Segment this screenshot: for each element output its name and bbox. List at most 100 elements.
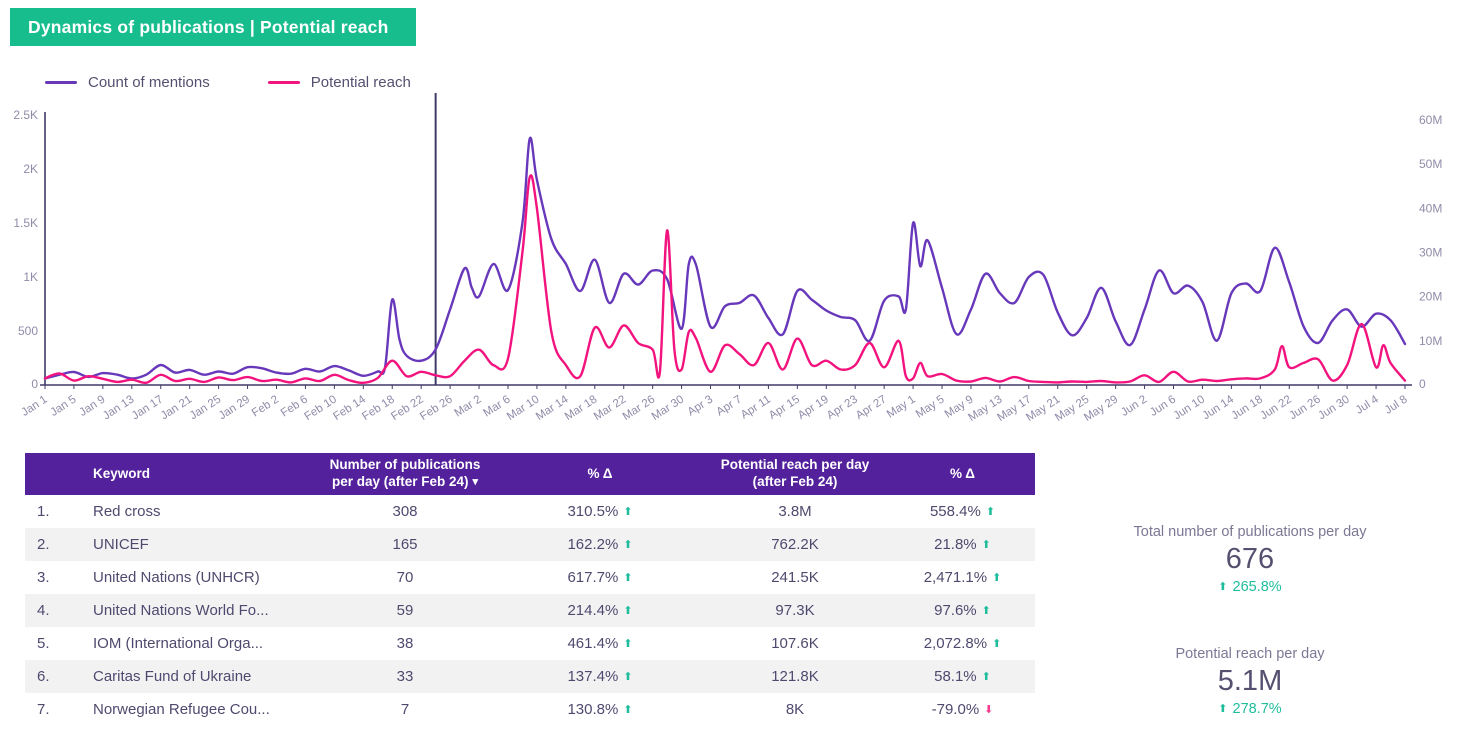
svg-text:May 1: May 1 [885, 393, 918, 420]
svg-text:Mar 22: Mar 22 [592, 393, 629, 423]
svg-text:60M: 60M [1419, 113, 1442, 127]
row-rank: 6. [37, 668, 50, 685]
row-delta2: 558.4% ⬆ [929, 503, 996, 520]
table-row[interactable]: 2. UNICEF 165 162.2% ⬆ 762.2K 21.8% ⬆ [25, 528, 1035, 561]
svg-text:Jan 13: Jan 13 [101, 393, 136, 422]
svg-text:Apr 15: Apr 15 [767, 393, 802, 422]
svg-text:Mar 30: Mar 30 [650, 393, 687, 423]
trend-arrow-icon: ⬆ [623, 638, 633, 650]
header-delta1[interactable]: % Δ [500, 453, 700, 495]
table-row[interactable]: 3. United Nations (UNHCR) 70 617.7% ⬆ 241… [25, 561, 1035, 594]
row-rank: 3. [37, 569, 50, 586]
header-rank [25, 453, 75, 495]
row-pubs: 33 [396, 668, 414, 685]
legend-item-potential-reach[interactable]: Potential reach [267, 74, 411, 91]
trend-arrow-icon: ⬆ [623, 704, 633, 716]
svg-text:Feb 26: Feb 26 [418, 393, 455, 423]
table-row[interactable]: 4. United Nations World Fo... 59 214.4% ⬆… [25, 594, 1035, 627]
summary-label: Potential reach per day [1175, 646, 1325, 662]
svg-text:0: 0 [31, 377, 38, 391]
chart-legend: Count of mentions Potential reach [45, 74, 411, 91]
trend-arrow-icon: ⬆ [1218, 703, 1228, 715]
legend-item-count-of-mentions[interactable]: Count of mentions [45, 74, 210, 91]
trend-arrow-icon: ⬆ [981, 671, 991, 683]
svg-text:10M: 10M [1419, 334, 1442, 348]
row-keyword: Norwegian Refugee Cou... [93, 701, 270, 718]
svg-text:2K: 2K [23, 162, 38, 176]
summary-value: 676 [1225, 543, 1275, 575]
row-keyword: Red cross [93, 503, 161, 520]
row-rank: 5. [37, 635, 50, 652]
row-reach: 121.8K [771, 668, 819, 685]
svg-text:500: 500 [18, 324, 38, 338]
row-delta1: 461.4% ⬆ [567, 635, 633, 652]
page-title: Dynamics of publications | Potential rea… [10, 8, 417, 46]
row-delta1: 130.8% ⬆ [567, 701, 633, 718]
svg-text:Jun 30: Jun 30 [1316, 393, 1351, 422]
row-keyword: United Nations (UNHCR) [93, 569, 260, 586]
svg-text:Feb 10: Feb 10 [302, 393, 339, 423]
svg-text:Mar 10: Mar 10 [505, 393, 542, 423]
svg-text:Jan 17: Jan 17 [130, 393, 165, 422]
row-reach: 241.5K [771, 569, 819, 586]
svg-text:Jan 1: Jan 1 [19, 393, 49, 418]
row-keyword: IOM (International Orga... [93, 635, 264, 652]
row-reach: 8K [785, 701, 805, 718]
svg-text:Mar 26: Mar 26 [621, 393, 658, 423]
sort-caret-icon[interactable]: ▾ [473, 476, 479, 488]
svg-text:Jun 10: Jun 10 [1172, 393, 1207, 422]
svg-text:Apr 19: Apr 19 [796, 393, 831, 422]
trend-arrow-icon: ⬆ [985, 506, 996, 518]
svg-text:Jun 22: Jun 22 [1258, 393, 1293, 422]
row-pubs: 7 [400, 701, 410, 718]
row-rank: 2. [37, 536, 50, 553]
row-delta1: 162.2% ⬆ [567, 536, 633, 553]
row-keyword: Caritas Fund of Ukraine [93, 668, 252, 685]
trend-arrow-icon: ⬆ [981, 539, 991, 551]
svg-text:40M: 40M [1419, 201, 1442, 215]
row-delta1: 617.7% ⬆ [567, 569, 633, 586]
svg-text:Jan 5: Jan 5 [48, 393, 78, 418]
row-pubs: 38 [396, 635, 414, 652]
trend-arrow-icon: ⬆ [981, 605, 991, 617]
table-row[interactable]: 1. Red cross 308 310.5% ⬆ 3.8M 558.4% ⬆ [25, 495, 1035, 528]
header-keyword[interactable]: Keyword [75, 453, 310, 495]
svg-text:2.5K: 2.5K [13, 108, 38, 122]
row-rank: 7. [37, 701, 50, 718]
svg-text:Apr 3: Apr 3 [686, 393, 716, 418]
trend-arrow-icon: ⬆ [623, 671, 633, 683]
header-publications[interactable]: Number of publications per day (after Fe… [310, 453, 500, 495]
svg-text:Jun 18: Jun 18 [1229, 393, 1264, 422]
table-row[interactable]: 5. IOM (International Orga... 38 461.4% ⬆… [25, 627, 1035, 660]
header-reach[interactable]: Potential reach per day (after Feb 24) [700, 453, 890, 495]
row-delta2: -79.0% ⬇ [931, 701, 994, 718]
table-row[interactable]: 6. Caritas Fund of Ukraine 33 137.4% ⬆ 12… [25, 660, 1035, 693]
row-delta1: 137.4% ⬆ [567, 668, 633, 685]
trend-arrow-icon: ⬆ [992, 572, 1002, 584]
svg-text:Jun 14: Jun 14 [1201, 393, 1237, 422]
row-reach: 3.8M [778, 503, 812, 520]
dynamics-line-chart[interactable]: 2.5K 2K 1.5K 1K 500 0 60M 50M 40M 30M 20M 10M 0 Jan 1… [0, 0, 1475, 452]
row-reach: 107.6K [771, 635, 819, 652]
svg-text:Jul 4: Jul 4 [1354, 393, 1381, 417]
line-swatch-icon [267, 81, 300, 84]
svg-text:Jul 8: Jul 8 [1383, 393, 1410, 416]
row-keyword: UNICEF [93, 536, 149, 553]
row-delta2: 2,471.1% ⬆ [923, 569, 1002, 586]
row-reach: 762.2K [771, 536, 819, 553]
row-delta2: 97.6% ⬆ [934, 602, 991, 619]
svg-text:Apr 27: Apr 27 [854, 393, 889, 422]
svg-text:Apr 11: Apr 11 [739, 393, 773, 421]
summary-delta: ⬆ 278.7% [1218, 701, 1282, 717]
svg-text:Feb 2: Feb 2 [250, 393, 281, 419]
line-swatch-icon [45, 81, 77, 84]
svg-text:1K: 1K [23, 270, 38, 284]
svg-text:30M: 30M [1419, 246, 1442, 260]
trend-arrow-icon: ⬇ [984, 704, 994, 716]
row-delta1: 214.4% ⬆ [567, 602, 633, 619]
header-delta2[interactable]: % Δ [890, 453, 1035, 495]
table-header-row: Keyword Number of publications per day (… [25, 453, 1035, 495]
table-row[interactable]: 7. Norwegian Refugee Cou... 7 130.8% ⬆ 8K… [25, 693, 1035, 726]
legend-label: Count of mentions [88, 74, 210, 91]
row-rank: 1. [37, 503, 50, 520]
